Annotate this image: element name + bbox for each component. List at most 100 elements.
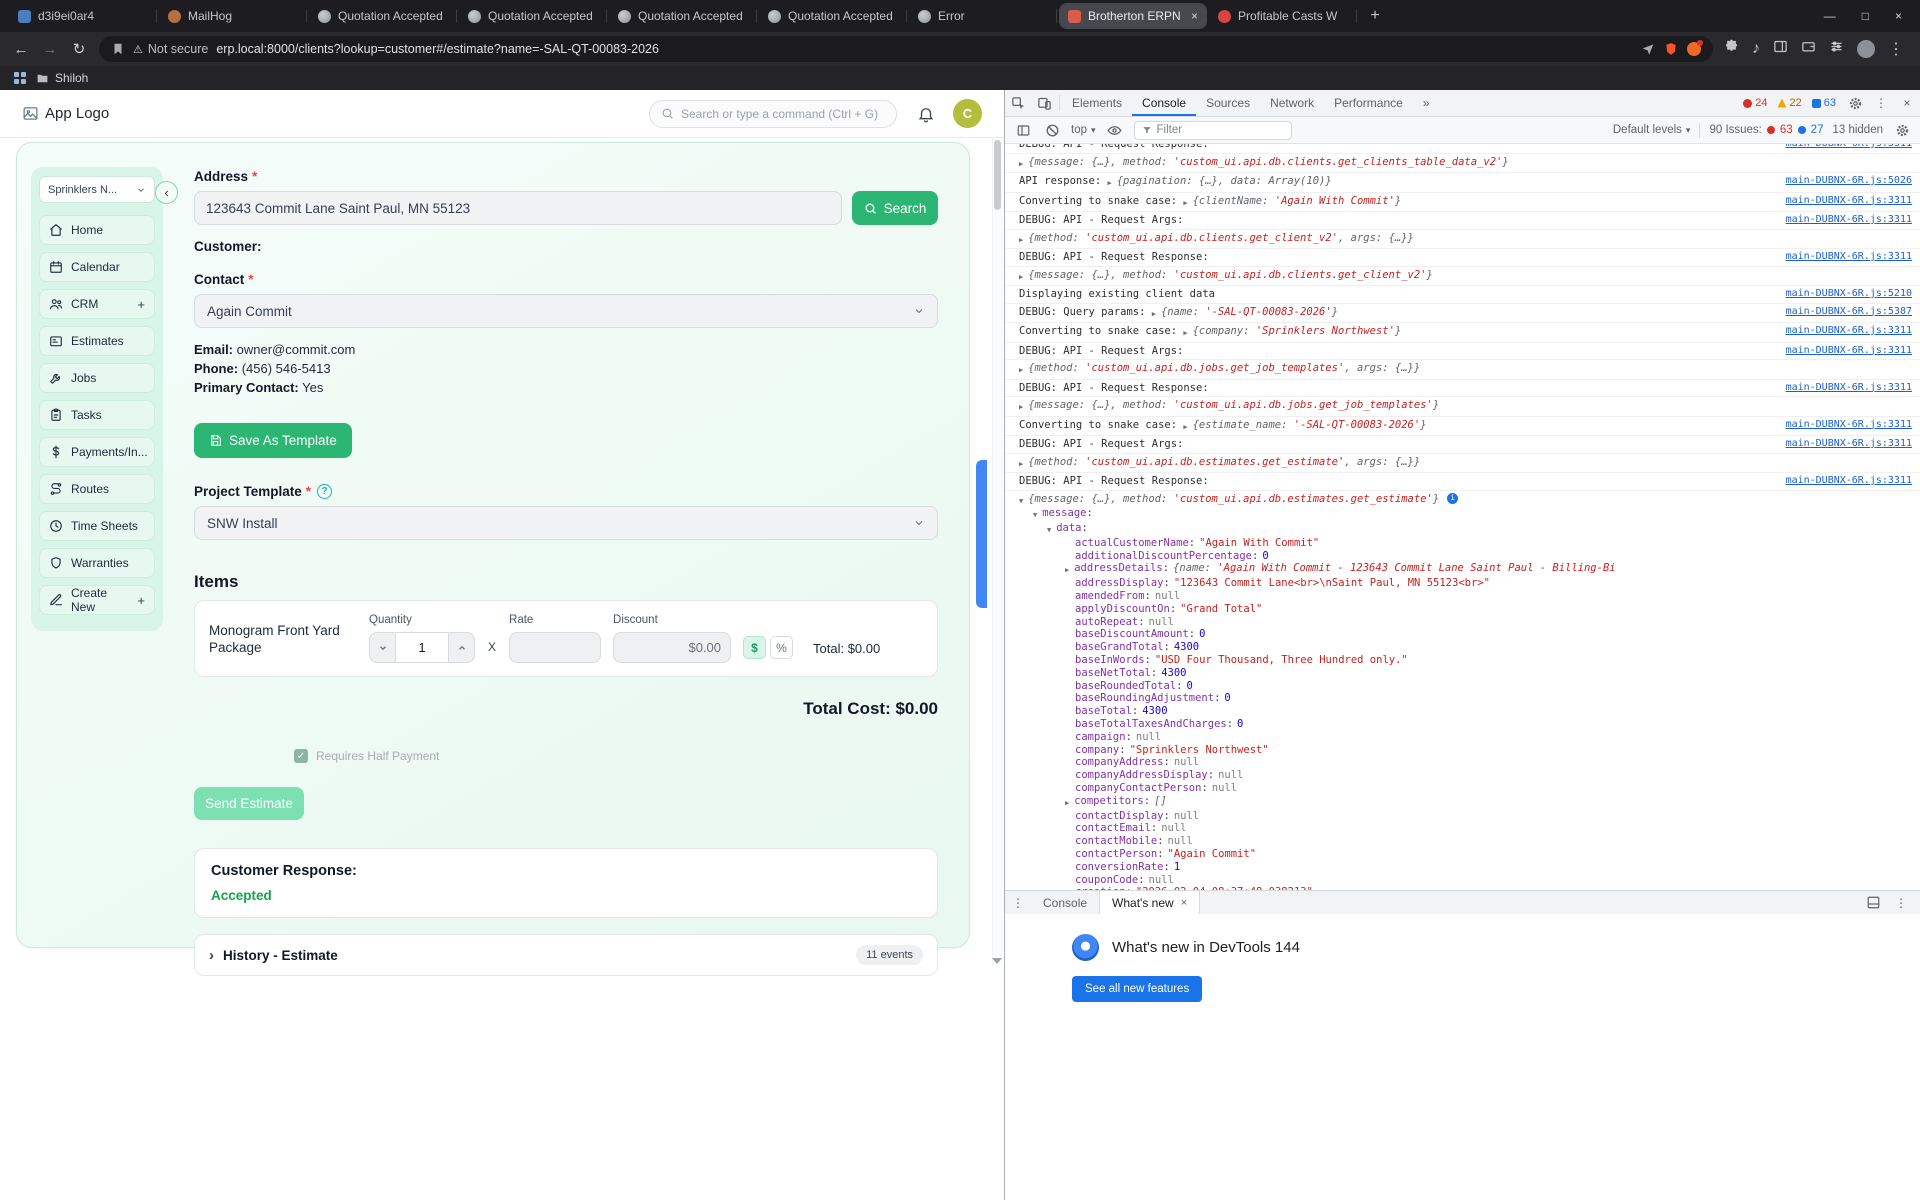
brave-shield-icon[interactable] [1664,42,1678,56]
devtools-tab-elements[interactable]: Elements [1062,90,1132,116]
tree-property[interactable]: baseDiscountAmount:0 [1019,628,1912,641]
sidebar-item-warranties[interactable]: Warranties [39,548,155,578]
devtools-tab-console[interactable]: Console [1132,90,1196,116]
expand-arrow-icon[interactable]: ▶ [1183,327,1187,340]
devtools-tab-performance[interactable]: Performance [1324,90,1413,116]
sidebar-item-payments-in[interactable]: Payments/In... [39,437,155,467]
expand-arrow-icon[interactable]: ▶ [1019,271,1023,284]
new-tab-button[interactable]: + [1362,7,1388,25]
history-accordion[interactable]: › History - Estimate 11 events [194,934,938,976]
browser-tab[interactable]: Brotherton ERPN × [1059,3,1207,29]
user-avatar[interactable]: C [953,99,982,128]
devtools-settings-gear-icon[interactable] [1842,96,1868,111]
browser-tab[interactable]: Profitable Casts W [1209,3,1357,29]
devtools-tab-sources[interactable]: Sources [1196,90,1260,116]
tree-property[interactable]: ▶ addressDetails: {name: 'Again With Commi… [1019,562,1912,577]
expand-arrow-icon[interactable]: ▶ [1019,234,1023,247]
tab-groups-grid-icon[interactable] [14,72,26,84]
tree-branch[interactable]: ▼ data: [1019,522,1912,537]
tune-icon[interactable] [1829,39,1844,59]
bookmark-folder-shiloh[interactable]: Shiloh [36,71,88,85]
tree-property[interactable]: conversionRate:1 [1019,861,1912,874]
side-panel-icon[interactable] [1773,39,1788,59]
browser-tab[interactable]: d3i9ei0ar4 [9,3,157,29]
reload-button[interactable]: ↻ [70,40,88,58]
scroll-down-arrow-icon[interactable] [992,958,1002,964]
live-expression-eye-icon[interactable] [1105,123,1125,138]
source-link[interactable]: main-DUBNX-6R.js:5210 [1772,288,1912,301]
devtools-kebab-menu-icon[interactable]: ⋮ [1868,96,1894,110]
tree-property[interactable]: ▶ competitors:[] [1019,795,1912,810]
drawer-tab-console[interactable]: Console [1031,891,1099,914]
sidebar-item-crm[interactable]: CRM + [39,289,155,319]
notifications-bell-icon[interactable] [917,105,935,123]
sidebar-item-time-sheets[interactable]: Time Sheets [39,511,155,541]
expand-arrow-icon[interactable]: ▶ [1019,401,1023,414]
scrollbar-thumb[interactable] [994,140,1001,210]
devtools-close-icon[interactable]: × [1894,96,1920,110]
expand-arrow-icon[interactable]: ▶ [1152,308,1156,321]
console-filter-input[interactable]: Filter [1133,120,1292,140]
source-link[interactable]: main-DUBNX-6R.js:3311 [1772,251,1912,264]
inspect-element-icon[interactable] [1005,96,1031,111]
source-link[interactable]: main-DUBNX-6R.js:3311 [1772,195,1912,208]
console-settings-gear-icon[interactable] [1892,123,1912,138]
tree-property[interactable]: baseInWords: "USD Four Thousand, Three Hu… [1019,654,1912,667]
send-estimate-button[interactable]: Send Estimate [194,787,304,820]
source-link[interactable]: main-DUBNX-6R.js:3311 [1772,214,1912,227]
source-link[interactable]: main-DUBNX-6R.js:3311 [1772,345,1912,358]
error-count-badge[interactable]: 24 [1743,97,1768,109]
command-search-input[interactable]: Search or type a command (Ctrl + G) [649,99,897,128]
tree-property[interactable]: contactEmail: null [1019,822,1912,835]
plus-icon[interactable]: + [137,297,145,312]
collapse-arrow-icon[interactable]: ▼ [1033,509,1037,522]
tree-property[interactable]: amendedFrom: null [1019,590,1912,603]
browser-tab[interactable]: Quotation Accepted [609,3,757,29]
browser-tab[interactable]: Quotation Accepted [309,3,457,29]
source-link[interactable]: main-DUBNX-6R.js:5026 [1772,175,1912,188]
browser-menu-icon[interactable]: ⋮ [1888,39,1904,59]
source-link[interactable]: main-DUBNX-6R.js:3311 [1772,382,1912,395]
expand-arrow-icon[interactable]: ▶ [1183,421,1187,434]
discount-input[interactable]: $0.00 [613,632,732,663]
tree-property[interactable]: additionalDiscountPercentage:0 [1019,550,1912,563]
discount-dollar-toggle[interactable]: $ [743,636,767,659]
browser-tab[interactable]: Quotation Accepted [459,3,607,29]
source-link[interactable]: main-DUBNX-6R.js:3311 [1772,475,1912,488]
maximize-button[interactable]: □ [1862,9,1869,23]
quantity-decrease-button[interactable] [369,632,396,663]
app-logo[interactable]: App Logo [22,105,109,122]
sidebar-item-jobs[interactable]: Jobs [39,363,155,393]
half-payment-checkbox[interactable]: ✓ [294,749,308,763]
tree-property[interactable]: baseTotalTaxesAndCharges:0 [1019,718,1912,731]
rate-input[interactable] [509,632,602,663]
tree-property[interactable]: companyAddress: null [1019,756,1912,769]
sidebar-item-create-new[interactable]: Create New + [39,585,155,615]
tree-root[interactable]: ▼ {message: {…}, method: 'custom_ui.api.d… [1019,492,1912,508]
source-link[interactable]: main-DUBNX-6R.js:5387 [1772,306,1912,319]
message-count-badge[interactable]: 63 [1811,97,1836,109]
issues-badge[interactable]: 90 Issues: 63 27 [1709,124,1823,136]
expand-arrow-icon[interactable]: ▶ [1183,197,1187,210]
close-whats-new-icon[interactable]: × [1181,897,1187,909]
more-tabs-button[interactable]: » [1413,90,1440,116]
contact-select[interactable]: Again Commit [194,294,938,328]
expand-arrow-icon[interactable]: ▶ [1019,458,1023,471]
forward-button[interactable]: → [41,41,59,58]
save-as-template-button[interactable]: Save As Template [194,423,352,458]
source-link[interactable]: main-DUBNX-6R.js:3311 [1772,325,1912,338]
sidebar-collapse-button[interactable]: ‹ [155,181,178,204]
quantity-value[interactable]: 1 [396,632,448,663]
tree-property[interactable]: companyContactPerson: null [1019,782,1912,795]
drawer-layout-icon[interactable] [1860,895,1886,910]
back-button[interactable]: ← [12,41,30,58]
collapse-arrow-icon[interactable]: ▼ [1019,495,1023,508]
sidebar-item-home[interactable]: Home [39,215,155,245]
company-select[interactable]: Sprinklers N... [39,176,155,203]
tab-close-icon[interactable]: × [1191,9,1198,23]
log-levels-select[interactable]: Default levels ▾ [1613,124,1691,136]
tree-property[interactable]: baseTotal:4300 [1019,705,1912,718]
security-indicator[interactable]: ⚠ Not secure [133,42,208,56]
project-template-select[interactable]: SNW Install [194,506,938,540]
warning-count-badge[interactable]: 22 [1777,97,1802,109]
